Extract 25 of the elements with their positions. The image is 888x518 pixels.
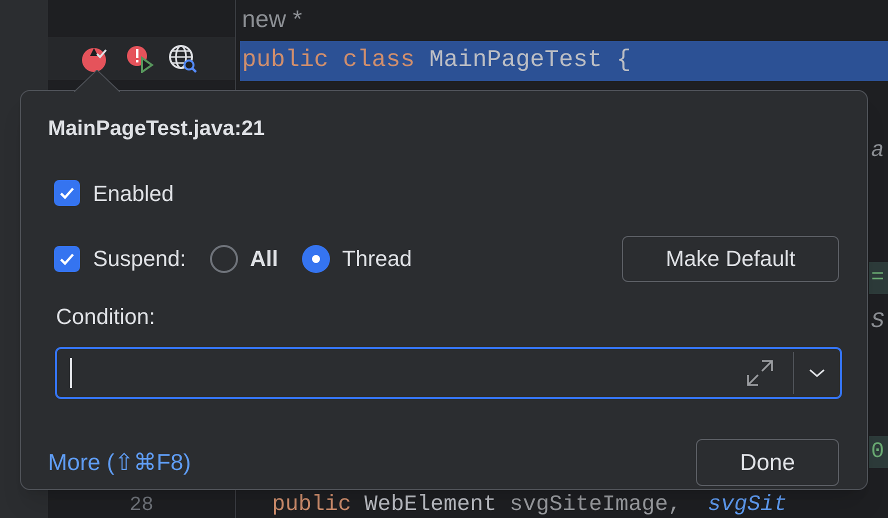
radio-button[interactable] (302, 244, 330, 272)
condition-label: Condition: (56, 302, 156, 330)
condition-field[interactable] (55, 346, 842, 398)
make-default-button[interactable]: Make Default (622, 236, 839, 282)
code-fragment: 0 (869, 436, 888, 468)
code-fragment: a (870, 137, 886, 165)
suspend-label: Suspend: (93, 245, 186, 273)
radio-button[interactable] (210, 244, 238, 272)
alert-run-icon[interactable] (126, 44, 154, 72)
more-link[interactable]: More (⇧⌘F8) (48, 444, 191, 480)
code-line: new * (241, 5, 304, 35)
code-line: public WebElement svgSiteImage, svgSit (271, 492, 788, 518)
code-fragment: S (870, 308, 886, 336)
radio-label: Thread (342, 245, 412, 273)
popup-title: MainPageTest.java:21 (48, 116, 266, 142)
enabled-label: Enabled (93, 180, 174, 208)
expand-icon[interactable] (745, 358, 775, 388)
checkbox[interactable] (54, 246, 80, 272)
line-number: 28 (129, 496, 154, 516)
checkbox[interactable] (54, 180, 80, 206)
code-fragment: = (869, 262, 888, 294)
globe-search-icon[interactable] (168, 44, 198, 74)
done-button[interactable]: Done (696, 438, 839, 486)
chevron-down-icon[interactable] (807, 366, 827, 378)
radio-label: All (250, 245, 278, 273)
